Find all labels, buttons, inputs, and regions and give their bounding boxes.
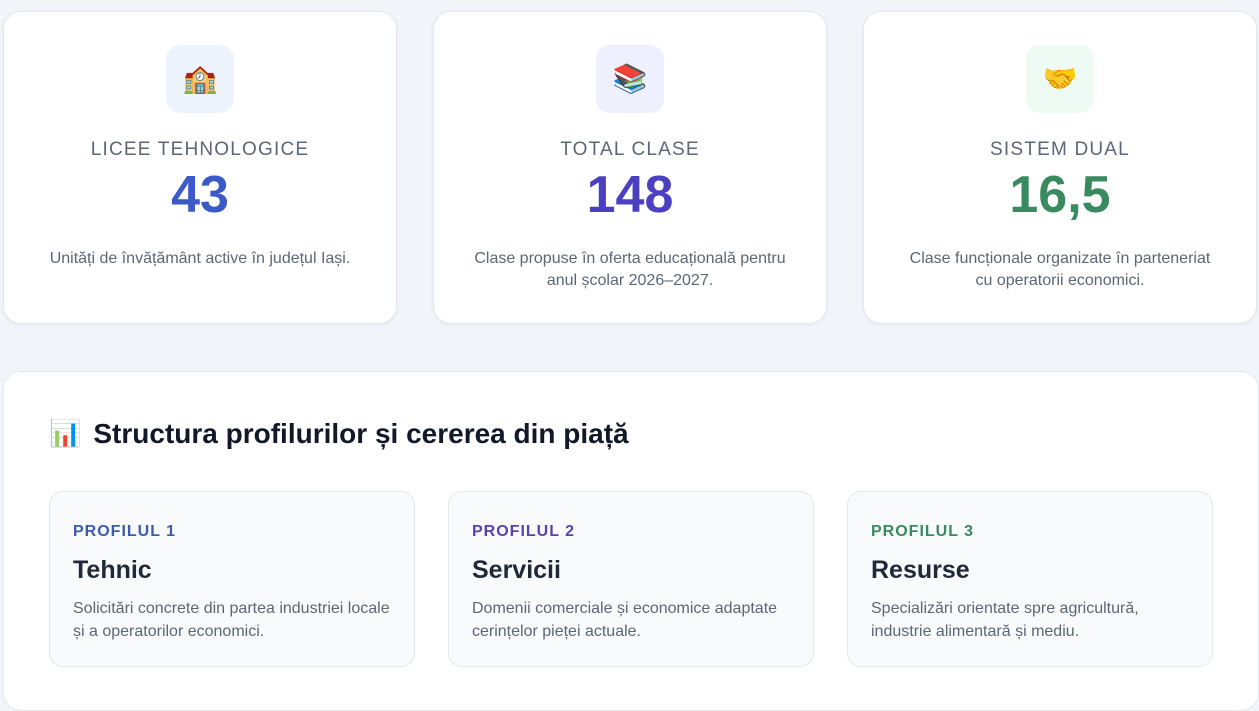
panel-heading: 📊 Structura profilurilor și cererea din … bbox=[49, 418, 629, 450]
books-icon: 📚 bbox=[596, 45, 664, 113]
profile-card-tehnic: PROFILUL 1 Tehnic Solicitări concrete di… bbox=[49, 491, 415, 667]
profile-description: Domenii comerciale și economice adaptate… bbox=[472, 600, 778, 640]
profile-tag: PROFILUL 3 bbox=[871, 523, 975, 540]
handshake-icon: 🤝 bbox=[1026, 45, 1094, 113]
stat-value: 148 bbox=[586, 166, 674, 224]
stat-description: Unități de învățământ active în județul … bbox=[49, 250, 351, 267]
stat-value: 16,5 bbox=[1009, 166, 1111, 224]
stat-description: Clase funcționale organizate în partener… bbox=[909, 250, 1211, 289]
panel-title: Structura profilurilor și cererea din pi… bbox=[93, 418, 629, 449]
stat-card-licee: 🏫 LICEE TEHNOLOGICE 43 Unități de învăță… bbox=[3, 11, 397, 324]
stat-card-clase: 📚 TOTAL CLASE 148 Clase propuse în ofert… bbox=[433, 11, 827, 324]
school-icon: 🏫 bbox=[166, 45, 234, 113]
profile-name: Resurse bbox=[871, 556, 970, 584]
stat-label: SISTEM DUAL bbox=[990, 139, 1130, 160]
profile-name: Servicii bbox=[472, 556, 561, 584]
stats-row: 🏫 LICEE TEHNOLOGICE 43 Unități de învăță… bbox=[3, 11, 1259, 326]
stat-description: Clase propuse în oferta educațională pen… bbox=[474, 250, 786, 289]
bar-chart-icon: 📊 bbox=[49, 419, 82, 449]
profiles-panel: 📊 Structura profilurilor și cererea din … bbox=[3, 371, 1259, 711]
profile-tag: PROFILUL 1 bbox=[73, 523, 177, 540]
profile-card-resurse: PROFILUL 3 Resurse Specializări orientat… bbox=[847, 491, 1213, 667]
profile-description: Solicitări concrete din partea industrie… bbox=[73, 600, 390, 640]
stat-label: LICEE TEHNOLOGICE bbox=[90, 139, 310, 160]
profile-tag: PROFILUL 2 bbox=[472, 523, 576, 540]
profile-description: Specializări orientate spre agricultură,… bbox=[871, 600, 1139, 640]
stat-value: 43 bbox=[171, 166, 229, 224]
stat-label: TOTAL CLASE bbox=[560, 139, 700, 160]
profile-name: Tehnic bbox=[73, 556, 152, 584]
stat-card-dual: 🤝 SISTEM DUAL 16,5 Clase funcționale org… bbox=[863, 11, 1257, 324]
profile-card-servicii: PROFILUL 2 Servicii Domenii comerciale ș… bbox=[448, 491, 814, 667]
